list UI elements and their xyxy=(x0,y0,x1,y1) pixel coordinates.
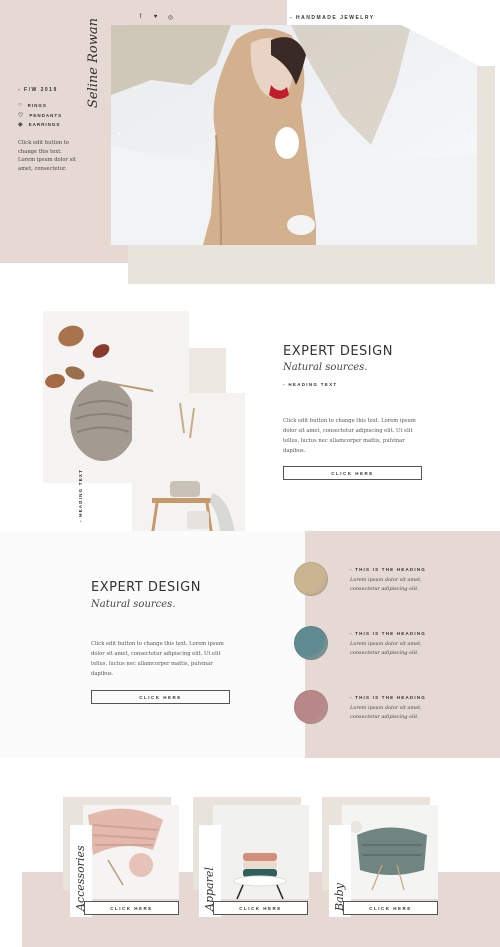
feature-text: Lorem ipsum dolor sit amet, consectetur … xyxy=(350,641,422,656)
section2-subtitle: Natural sources. xyxy=(283,362,368,373)
accessories-photo xyxy=(83,805,179,899)
twitter-icon[interactable]: ♥ xyxy=(152,14,159,21)
stool-photo xyxy=(132,393,245,551)
chevron-left-icon[interactable]: ‹ xyxy=(118,128,121,138)
vertical-heading-text: - HEADING TEXT xyxy=(78,468,88,522)
pendant-icon: ♡ xyxy=(18,113,25,119)
section3-title: EXPERT DESIGN xyxy=(91,580,201,595)
category-earrings[interactable]: ◆ EARRINGS xyxy=(18,121,60,128)
baby-photo xyxy=(342,805,438,899)
accessories-click-button[interactable]: CLICK HERE xyxy=(84,901,179,915)
social-links: f ♥ ◎ xyxy=(137,14,174,21)
brand-name: Seline Rowan xyxy=(86,18,101,108)
hero-image xyxy=(111,25,477,245)
feature-heading: - THIS IS THE HEADING xyxy=(350,631,426,636)
category-rings[interactable]: ○ RINGS xyxy=(18,102,47,108)
section2-title: EXPERT DESIGN xyxy=(283,344,393,359)
earring-icon: ◆ xyxy=(18,122,24,128)
section2-small-heading: - HEADING TEXT xyxy=(283,382,338,387)
hero-description: Click edit button to change this text. L… xyxy=(18,140,76,172)
yarn-ball-icon xyxy=(294,562,328,596)
apparel-photo xyxy=(213,805,309,899)
feature-text: Lorem ipsum dolor sit amet, consectetur … xyxy=(350,705,422,720)
facebook-icon[interactable]: f xyxy=(137,14,144,21)
season-label: - F/W 2019 xyxy=(18,87,58,93)
section3-subtitle: Natural sources. xyxy=(91,599,176,610)
baby-click-button[interactable]: CLICK HERE xyxy=(343,901,438,915)
yarn-ball-icon xyxy=(294,690,328,724)
section3-click-button[interactable]: CLICK HERE xyxy=(91,690,230,704)
feature-text: Lorem ipsum dolor sit amet, consectetur … xyxy=(350,577,422,592)
category-label: PENDANTS xyxy=(29,113,63,118)
vertical-heading-label: - HEADING TEXT xyxy=(78,468,83,522)
section2-text: Click edit button to change this text. L… xyxy=(283,418,416,454)
baby-image xyxy=(342,805,438,899)
hero-photo-woman-snow xyxy=(111,25,477,245)
section3-text: Click edit button to change this text. L… xyxy=(91,641,224,677)
decor-beige-block xyxy=(189,348,226,393)
apparel-click-button[interactable]: CLICK HERE xyxy=(213,901,308,915)
brand-logo[interactable]: Seline Rowan xyxy=(86,18,106,108)
yarn-ball-icon xyxy=(294,626,328,660)
chevron-right-icon[interactable]: › xyxy=(463,128,466,138)
header-tagline: - HANDMADE JEWELRY xyxy=(290,15,375,21)
feature-heading: - THIS IS THE HEADING xyxy=(350,567,426,572)
stool-image xyxy=(132,393,245,551)
accessories-image xyxy=(83,805,179,899)
category-label: EARRINGS xyxy=(28,122,61,127)
apparel-image xyxy=(213,805,309,899)
section2-click-button[interactable]: CLICK HERE xyxy=(283,466,422,480)
category-label: RINGS xyxy=(27,102,47,108)
category-pendants[interactable]: ♡ PENDANTS xyxy=(18,112,62,119)
feature-heading: - THIS IS THE HEADING xyxy=(350,695,426,700)
instagram-icon[interactable]: ◎ xyxy=(167,14,174,21)
ring-icon: ○ xyxy=(18,102,23,108)
